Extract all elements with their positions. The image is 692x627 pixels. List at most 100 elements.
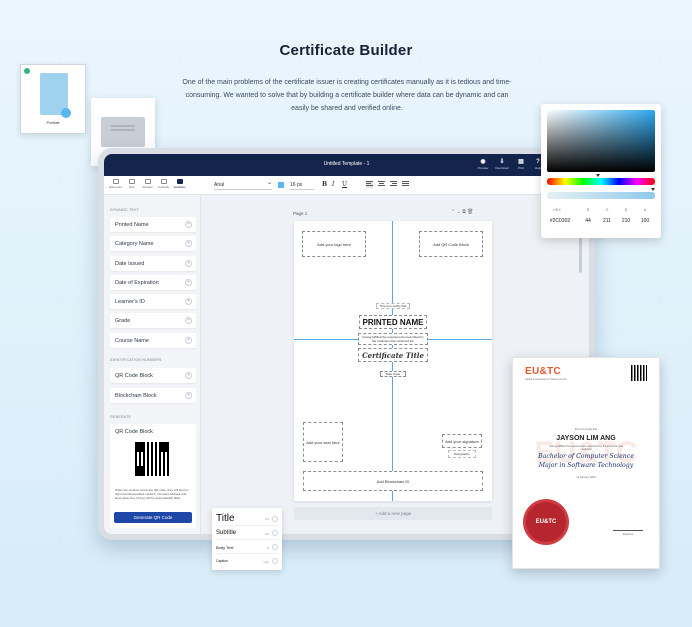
generate-qr-button[interactable]: Generate QR Code bbox=[114, 512, 192, 523]
qr-dropzone[interactable]: Add QR Code Block bbox=[419, 231, 483, 257]
date-issue-field[interactable]: Date Issue bbox=[380, 371, 406, 377]
g-label: G bbox=[605, 208, 609, 212]
section-generate: GENERATE bbox=[110, 415, 132, 419]
var-blockchain-block[interactable]: Blockchain Block + bbox=[110, 388, 196, 403]
page-label: Page 1 bbox=[293, 211, 308, 216]
underline-button[interactable]: U bbox=[342, 181, 347, 188]
qr-code-icon bbox=[135, 442, 169, 476]
add-icon bbox=[272, 530, 278, 536]
r-input[interactable]: 44 bbox=[581, 218, 595, 224]
certificate-logo: EU&TC bbox=[525, 366, 561, 377]
add-icon: + bbox=[185, 240, 192, 247]
trash-icon[interactable]: 🗑 bbox=[467, 209, 473, 215]
b-input[interactable]: 210 bbox=[619, 218, 633, 224]
hue-handle[interactable] bbox=[596, 174, 600, 177]
print-button[interactable]: ▤ Print bbox=[512, 158, 530, 170]
certificate-title-field[interactable]: Certificate Title bbox=[358, 348, 428, 362]
certificate-degree: Bachelor of Computer Science Major in Sof… bbox=[538, 453, 634, 469]
var-qr-code-block[interactable]: QR Code Block + bbox=[110, 368, 196, 383]
certificate-date: on January 2024 bbox=[576, 476, 596, 479]
text-color-swatch[interactable] bbox=[278, 182, 284, 188]
designation-field[interactable]: Designation bbox=[448, 450, 476, 458]
logo-dropzone[interactable]: Add your logo here bbox=[302, 231, 366, 257]
certificate-signer: Registrar bbox=[622, 533, 634, 536]
bold-button[interactable]: B bbox=[322, 181, 327, 188]
alpha-handle[interactable] bbox=[651, 188, 655, 191]
add-icon: + bbox=[185, 372, 192, 379]
download-icon: ⇩ bbox=[499, 159, 505, 165]
var-printed-name[interactable]: Printed Name + bbox=[110, 217, 196, 232]
chevron-down-icon[interactable]: ⌄ bbox=[457, 209, 461, 215]
eye-icon: ◉ bbox=[480, 159, 486, 165]
printed-name-field[interactable]: PRINTED NAME bbox=[359, 315, 427, 329]
tool-text[interactable]: Text bbox=[124, 179, 139, 189]
var-learner-id[interactable]: Learner's ID + bbox=[110, 294, 196, 309]
tool-variables[interactable]: Variables bbox=[172, 179, 187, 189]
add-icon: + bbox=[185, 392, 192, 399]
download-button[interactable]: ⇩ Download bbox=[493, 158, 511, 170]
certify-text[interactable]: This is to certify that bbox=[376, 303, 410, 309]
font-size-select[interactable]: 16 px bbox=[290, 180, 314, 190]
saturation-area[interactable] bbox=[547, 110, 655, 172]
certificate-seal: EU&TC bbox=[526, 502, 566, 542]
style-title[interactable]: Title H1 bbox=[216, 511, 278, 526]
qr-card-title: QR Code Block bbox=[115, 429, 153, 435]
font-family-select[interactable]: Arial bbox=[214, 179, 272, 190]
certificate-name: JAYSON LIM ANG bbox=[556, 435, 616, 442]
fulfilled-text[interactable]: having fulfilled the requirements prescr… bbox=[358, 333, 428, 345]
style-caption[interactable]: Caption Cap bbox=[216, 555, 278, 568]
portrait-option[interactable]: Portrait bbox=[20, 64, 86, 134]
certificate-qr-icon bbox=[631, 365, 647, 381]
certificate-fulfilled: having fulfilled the requirements prescr… bbox=[549, 445, 623, 451]
color-picker: HEX R G B A #2C0302 44 211 210 100 bbox=[541, 104, 661, 238]
qr-generate-card: QR Code Block When the receiver scans th… bbox=[110, 424, 196, 528]
certificate-page[interactable]: Add your logo here Add QR Code Block Thi… bbox=[294, 221, 492, 501]
add-icon: + bbox=[185, 298, 192, 305]
a-input[interactable]: 100 bbox=[638, 218, 652, 224]
selected-check-icon bbox=[24, 68, 30, 74]
hex-input[interactable]: #2C0302 bbox=[545, 218, 575, 224]
variables-sidebar: DYNAMIC TEXT Printed Name + Category Name… bbox=[104, 195, 201, 534]
var-course-name[interactable]: Course Name + bbox=[110, 333, 196, 348]
intro-text: One of the main problems of the certific… bbox=[182, 79, 512, 112]
variables-icon bbox=[176, 179, 183, 184]
align-right-icon[interactable] bbox=[390, 181, 397, 188]
add-icon bbox=[272, 558, 278, 564]
blockchain-dropzone[interactable]: Add Blockchain ID bbox=[303, 471, 483, 491]
text-icon bbox=[128, 179, 135, 184]
page-title: Certificate Builder bbox=[279, 42, 413, 59]
style-subtitle[interactable]: Subtitle H2 bbox=[216, 527, 278, 540]
var-date-issued[interactable]: Date Issued + bbox=[110, 256, 196, 271]
var-category-name[interactable]: Category Name + bbox=[110, 236, 196, 251]
tool-shapes[interactable]: Shapes bbox=[140, 179, 155, 189]
align-justify-icon[interactable] bbox=[402, 181, 409, 188]
shapes-icon bbox=[144, 179, 151, 184]
landscape-doc-icon bbox=[101, 117, 145, 147]
text-styles-panel: Title H1 Subtitle H2 Body Text P Caption Cap bbox=[212, 508, 282, 570]
align-center-icon[interactable] bbox=[378, 181, 385, 188]
tool-elements[interactable]: Elements bbox=[108, 179, 123, 189]
tool-uploads[interactable]: Uploads bbox=[156, 179, 171, 189]
hex-label: HEX bbox=[553, 208, 561, 212]
add-icon: + bbox=[185, 337, 192, 344]
var-grade[interactable]: Grade + bbox=[110, 313, 196, 328]
seal-dropzone[interactable]: Add your seal here bbox=[303, 422, 343, 462]
hue-slider[interactable] bbox=[547, 178, 655, 185]
r-label: R bbox=[586, 208, 590, 212]
preview-button[interactable]: ◉ Preview bbox=[474, 158, 492, 170]
chevron-up-icon[interactable]: ⌃ bbox=[451, 209, 455, 215]
certificate-org: Global Accelerators & Training Center bbox=[525, 378, 567, 381]
duplicate-icon[interactable]: ⧉ bbox=[462, 209, 466, 215]
alpha-slider[interactable] bbox=[547, 192, 655, 199]
qr-card-description: When the receiver scans the QR code, the… bbox=[115, 488, 189, 500]
signature-dropzone[interactable]: Add your signature bbox=[442, 434, 482, 448]
formatting-toolbar: Elements Text Shapes Uploads Variables A… bbox=[104, 176, 589, 195]
add-icon: + bbox=[185, 279, 192, 286]
add-page-button[interactable]: + Add a new page bbox=[294, 507, 492, 520]
align-left-icon[interactable] bbox=[366, 181, 373, 188]
var-date-expiration[interactable]: Date of Expiration + bbox=[110, 275, 196, 290]
style-body-text[interactable]: Body Text P bbox=[216, 541, 278, 554]
g-input[interactable]: 211 bbox=[600, 218, 614, 224]
add-icon: + bbox=[185, 317, 192, 324]
italic-button[interactable]: I bbox=[332, 181, 334, 188]
